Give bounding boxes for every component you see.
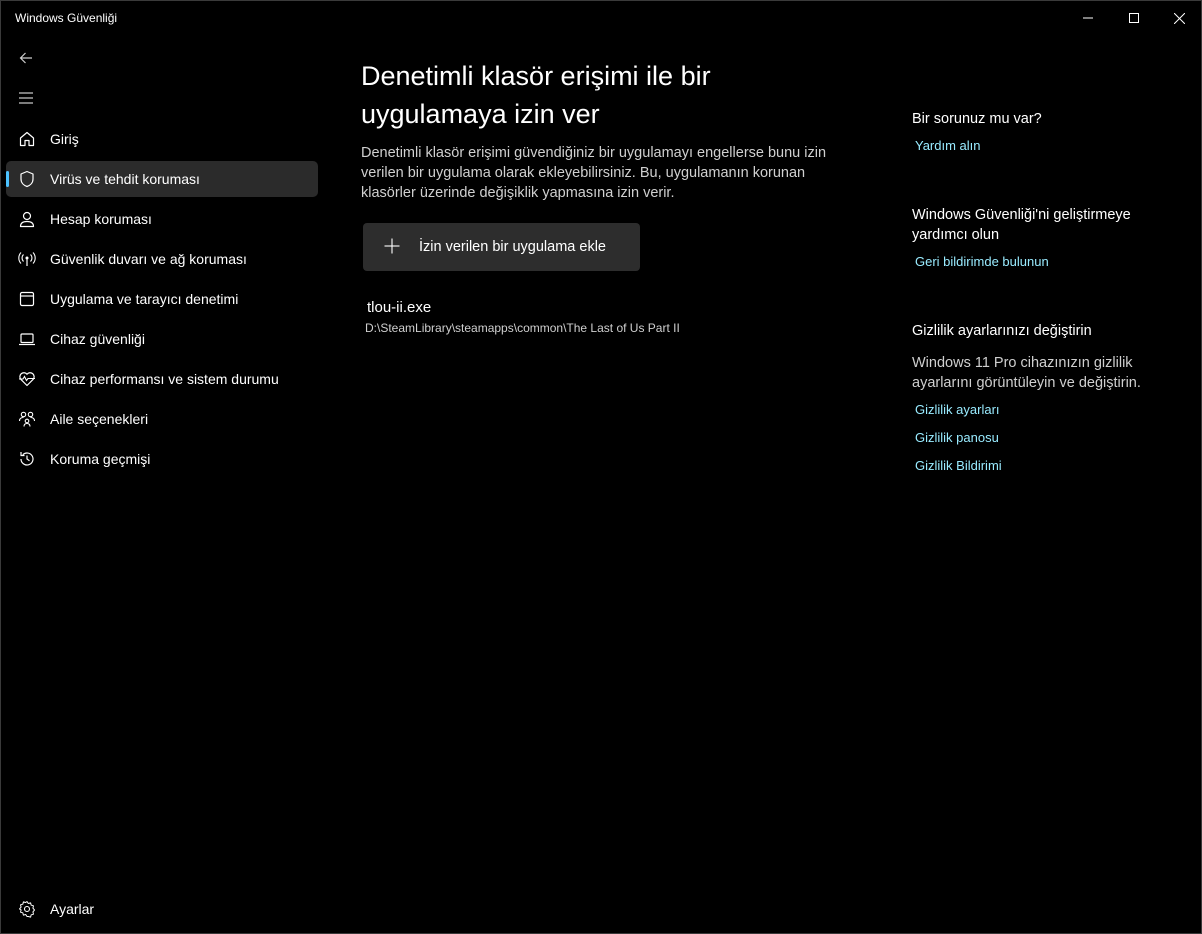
privacy-settings-link[interactable]: Gizlilik ayarları [915, 402, 1000, 417]
close-icon [1173, 12, 1185, 24]
sidebar-item-label: Virüs ve tehdit koruması [50, 171, 200, 187]
title-bar[interactable]: Windows Güvenliği [1, 1, 1201, 35]
sidebar-item-label: Koruma geçmişi [50, 451, 151, 467]
privacy-text-line-1: Windows 11 Pro cihazınızın gizlilik [912, 355, 1133, 371]
person-icon [18, 210, 36, 228]
sidebar-item-virus-protection[interactable]: Virüs ve tehdit koruması [6, 161, 318, 197]
minimize-icon [1083, 17, 1093, 19]
improve-heading-line-1: Windows Güvenliği'ni geliştirmeye [912, 207, 1131, 223]
page-title: Denetimli klasör erişimi ile bir uygulam… [361, 57, 861, 133]
settings-label: Ayarlar [50, 901, 95, 917]
gear-icon [18, 900, 36, 918]
sidebar-item-device-security[interactable]: Cihaz güvenliği [6, 321, 318, 357]
add-allowed-app-button[interactable]: İzin verilen bir uygulama ekle [363, 223, 640, 271]
history-icon [18, 450, 36, 468]
page-description: Denetimli klasör erişimi güvendiğiniz bi… [361, 143, 851, 203]
sidebar-item-label: Uygulama ve tarayıcı denetimi [50, 291, 239, 307]
sidebar-item-home[interactable]: Giriş [6, 121, 318, 157]
description-line-1: Denetimli klasör erişimi güvendiğiniz bi… [361, 145, 827, 161]
home-icon [18, 130, 36, 148]
privacy-dashboard-link[interactable]: Gizlilik panosu [915, 430, 999, 445]
shield-icon [18, 170, 36, 188]
back-arrow-icon [19, 52, 32, 64]
sidebar-item-protection-history[interactable]: Koruma geçmişi [6, 441, 318, 477]
sidebar-item-account-protection[interactable]: Hesap koruması [6, 201, 318, 237]
sidebar-item-settings[interactable]: Ayarlar [6, 891, 318, 927]
give-feedback-link[interactable]: Geri bildirimde bulunun [915, 254, 1049, 269]
privacy-text: Windows 11 Pro cihazınızın gizlilik ayar… [912, 353, 1162, 393]
add-allowed-app-label: İzin verilen bir uygulama ekle [419, 239, 606, 255]
maximize-button[interactable] [1111, 1, 1157, 35]
allowed-app-path: D:\SteamLibrary\steamapps\common\The Las… [365, 321, 680, 335]
heart-pulse-icon [18, 370, 36, 388]
sidebar-item-device-performance[interactable]: Cihaz performansı ve sistem durumu [6, 361, 318, 397]
close-button[interactable] [1156, 1, 1202, 35]
sidebar-item-label: Cihaz güvenliği [50, 331, 145, 347]
sidebar-item-label: Cihaz performansı ve sistem durumu [50, 371, 279, 387]
laptop-icon [18, 330, 36, 348]
improve-heading: Windows Güvenliği'ni geliştirmeye yardım… [912, 205, 1162, 245]
active-indicator [6, 171, 9, 187]
hamburger-icon [19, 92, 33, 104]
antenna-icon [18, 250, 36, 268]
sidebar-item-family-options[interactable]: Aile seçenekleri [6, 401, 318, 437]
improve-heading-line-2: yardımcı olun [912, 227, 1000, 243]
maximize-icon [1129, 13, 1139, 23]
description-line-3: klasörler üzerinde değişiklik yapmasına … [361, 185, 675, 201]
page-title-line-1: Denetimli klasör erişimi ile bir [361, 61, 711, 91]
privacy-text-line-2: ayarlarını görüntüleyin ve değiştirin. [912, 375, 1141, 391]
sidebar-item-firewall[interactable]: Güvenlik duvarı ve ağ koruması [6, 241, 318, 277]
hamburger-menu-button[interactable] [11, 83, 41, 113]
help-heading: Bir sorunuz mu var? [912, 111, 1042, 127]
sidebar-item-label: Aile seçenekleri [50, 411, 149, 427]
privacy-statement-link[interactable]: Gizlilik Bildirimi [915, 458, 1002, 473]
privacy-heading: Gizlilik ayarlarınızı değiştirin [912, 323, 1092, 339]
description-line-2: verilen bir uygulama olarak ekleyebilirs… [361, 165, 806, 181]
sidebar-item-label: Hesap koruması [50, 211, 152, 227]
sidebar-item-app-browser-control[interactable]: Uygulama ve tarayıcı denetimi [6, 281, 318, 317]
back-button[interactable] [11, 43, 41, 73]
plus-icon [383, 237, 401, 255]
family-icon [18, 410, 36, 428]
page-title-line-2: uygulamaya izin ver [361, 99, 600, 129]
window-title: Windows Güvenliği [15, 11, 118, 25]
sidebar-item-label: Giriş [50, 131, 79, 147]
minimize-button[interactable] [1065, 1, 1111, 35]
app-window: Windows Güvenliği Giriş Virüs ve tehdit … [0, 0, 1202, 934]
allowed-app-name: tlou-ii.exe [367, 299, 432, 316]
sidebar-item-label: Güvenlik duvarı ve ağ koruması [50, 251, 247, 267]
app-window-icon [18, 290, 36, 308]
get-help-link[interactable]: Yardım alın [915, 138, 981, 153]
